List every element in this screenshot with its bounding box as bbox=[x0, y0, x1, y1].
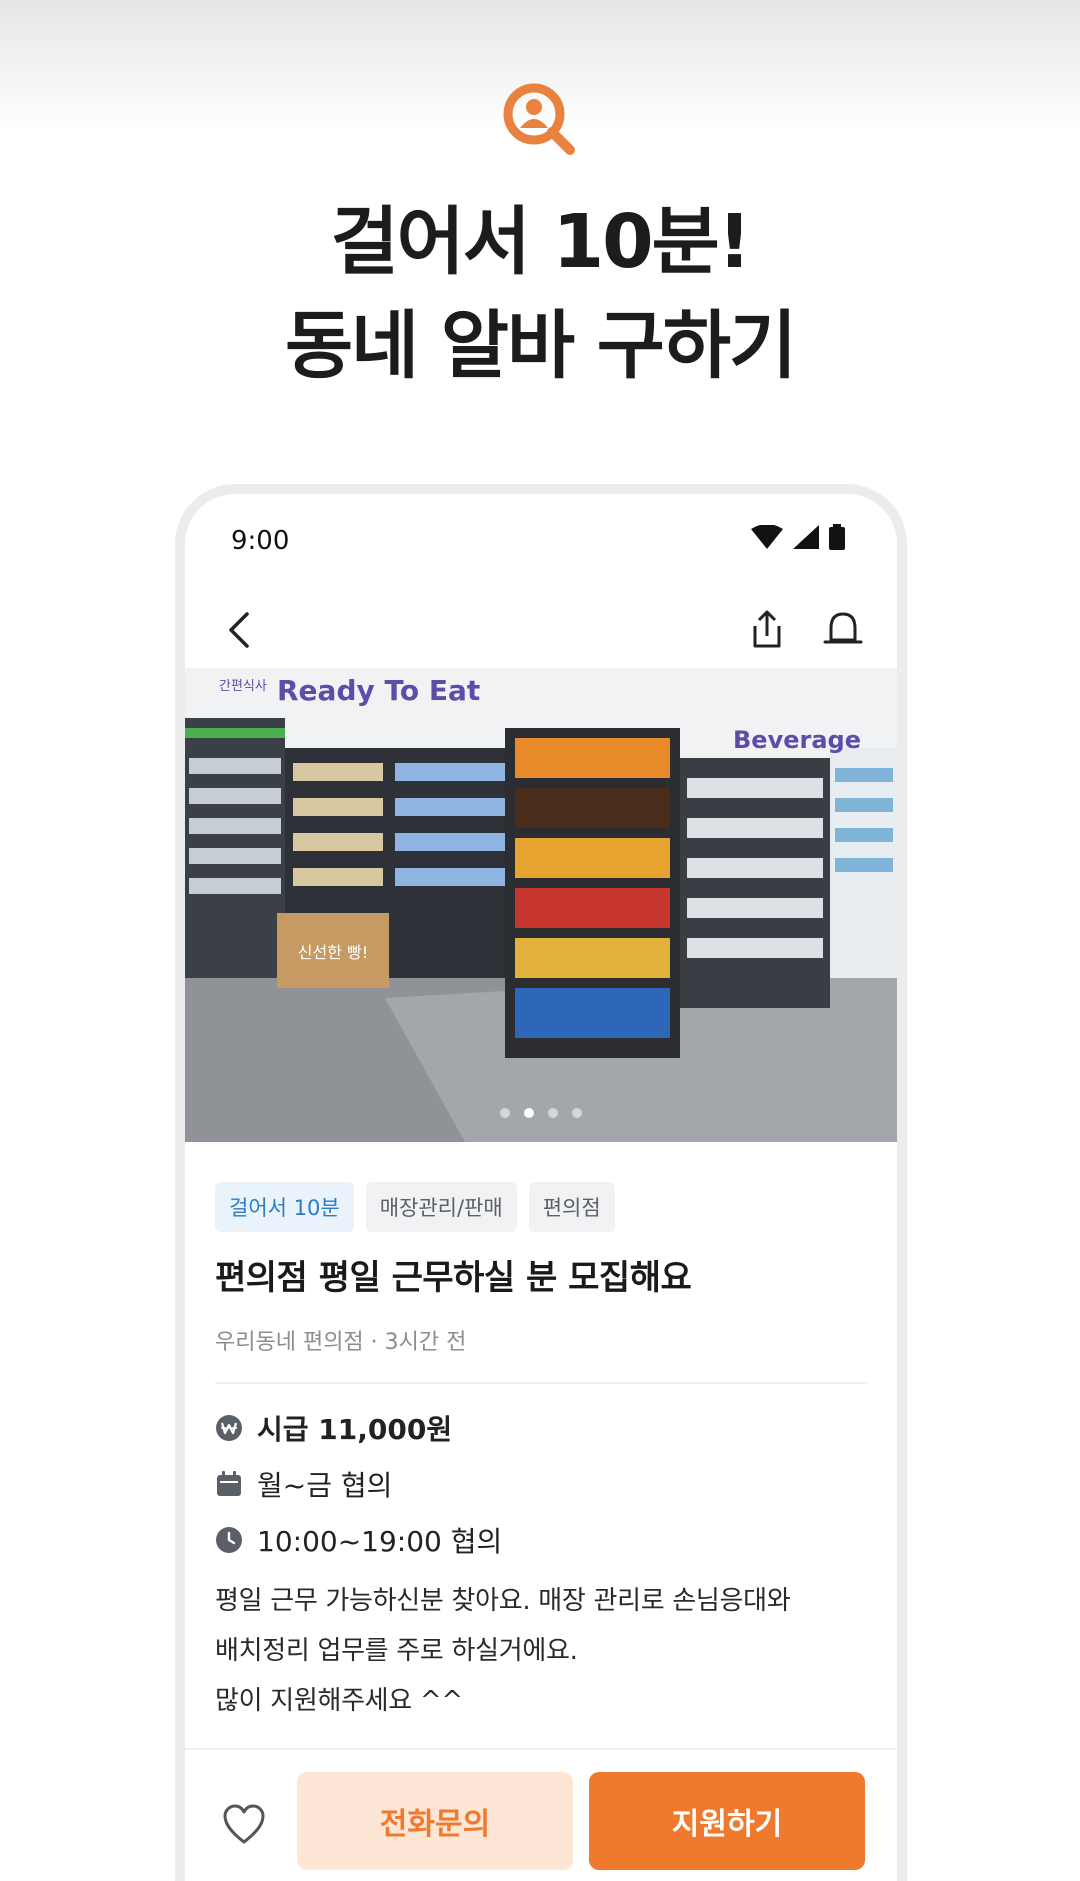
chevron-left-icon bbox=[229, 612, 249, 648]
share-icon bbox=[753, 610, 781, 648]
alarm-button[interactable] bbox=[821, 604, 865, 652]
carousel-dot-active[interactable] bbox=[524, 1108, 534, 1118]
status-bar: 9:00 bbox=[185, 494, 897, 564]
phone-frame: 9:00 신선한 빵! 간편식사 Ready To Eat Beverage 걸… bbox=[175, 484, 907, 1881]
wifi-icon bbox=[751, 524, 783, 553]
battery-icon bbox=[829, 524, 845, 554]
sign-ready-to-eat: Ready To Eat bbox=[277, 674, 480, 707]
clock-icon bbox=[216, 1527, 242, 1553]
search-person-icon bbox=[500, 80, 580, 160]
job-title: 편의점 평일 근무하실 분 모집해요 bbox=[215, 1258, 692, 1298]
call-inquiry-button[interactable]: 전화문의 bbox=[297, 1772, 573, 1870]
counter-sign: 신선한 빵! bbox=[298, 943, 368, 962]
carousel-dot[interactable] bbox=[500, 1108, 510, 1118]
won-coin-icon bbox=[216, 1415, 242, 1441]
sign-left-small: 간편식사 bbox=[219, 679, 267, 694]
status-icons bbox=[751, 524, 845, 554]
job-meta: 우리동네 편의점 · 3시간 전 bbox=[215, 1330, 467, 1355]
wage-row: 시급 11,000원 bbox=[215, 1408, 452, 1448]
wage-text: 시급 11,000원 bbox=[257, 1413, 453, 1446]
app-bar bbox=[185, 594, 897, 664]
back-button[interactable] bbox=[221, 608, 261, 652]
job-description: 평일 근무 가능하신분 찾아요. 매장 관리로 손님응대와 배치정리 업무를 주… bbox=[215, 1586, 791, 1716]
hero-title-line2: 동네 알바 구하기 bbox=[284, 303, 797, 389]
days-row: 월~금 협의 bbox=[215, 1464, 392, 1504]
store-photo-illustration: 신선한 빵! 간편식사 Ready To Eat Beverage bbox=[185, 668, 897, 1142]
tag-category: 매장관리/판매 bbox=[365, 1182, 517, 1232]
alarm-bell-icon bbox=[823, 612, 863, 644]
carousel-dot[interactable] bbox=[548, 1108, 558, 1118]
days-text: 월~금 협의 bbox=[257, 1469, 393, 1502]
bottom-action-bar: 전화문의 지원하기 bbox=[185, 1748, 897, 1881]
hero-title-line1: 걸어서 10분! bbox=[330, 199, 752, 285]
tag-business-type: 편의점 bbox=[528, 1182, 615, 1232]
carousel-dots bbox=[185, 1108, 897, 1118]
sign-beverage: Beverage bbox=[733, 726, 861, 754]
like-button[interactable] bbox=[221, 1802, 267, 1848]
signal-icon bbox=[793, 525, 819, 553]
job-photo[interactable]: 신선한 빵! 간편식사 Ready To Eat Beverage bbox=[185, 668, 897, 1142]
tag-walk-time: 걸어서 10분 bbox=[215, 1182, 354, 1232]
calendar-icon bbox=[217, 1471, 241, 1496]
heart-outline-icon bbox=[223, 1804, 265, 1844]
carousel-dot[interactable] bbox=[572, 1108, 582, 1118]
hero-title: 걸어서 10분! 동네 알바 구하기 bbox=[0, 190, 1080, 398]
hours-text: 10:00~19:00 협의 bbox=[257, 1525, 503, 1558]
apply-button[interactable]: 지원하기 bbox=[589, 1772, 865, 1870]
share-button[interactable] bbox=[745, 604, 789, 652]
divider bbox=[215, 1382, 867, 1384]
status-time: 9:00 bbox=[231, 526, 290, 556]
job-tags: 걸어서 10분 매장관리/판매 편의점 bbox=[215, 1182, 615, 1232]
hours-row: 10:00~19:00 협의 bbox=[215, 1520, 502, 1560]
